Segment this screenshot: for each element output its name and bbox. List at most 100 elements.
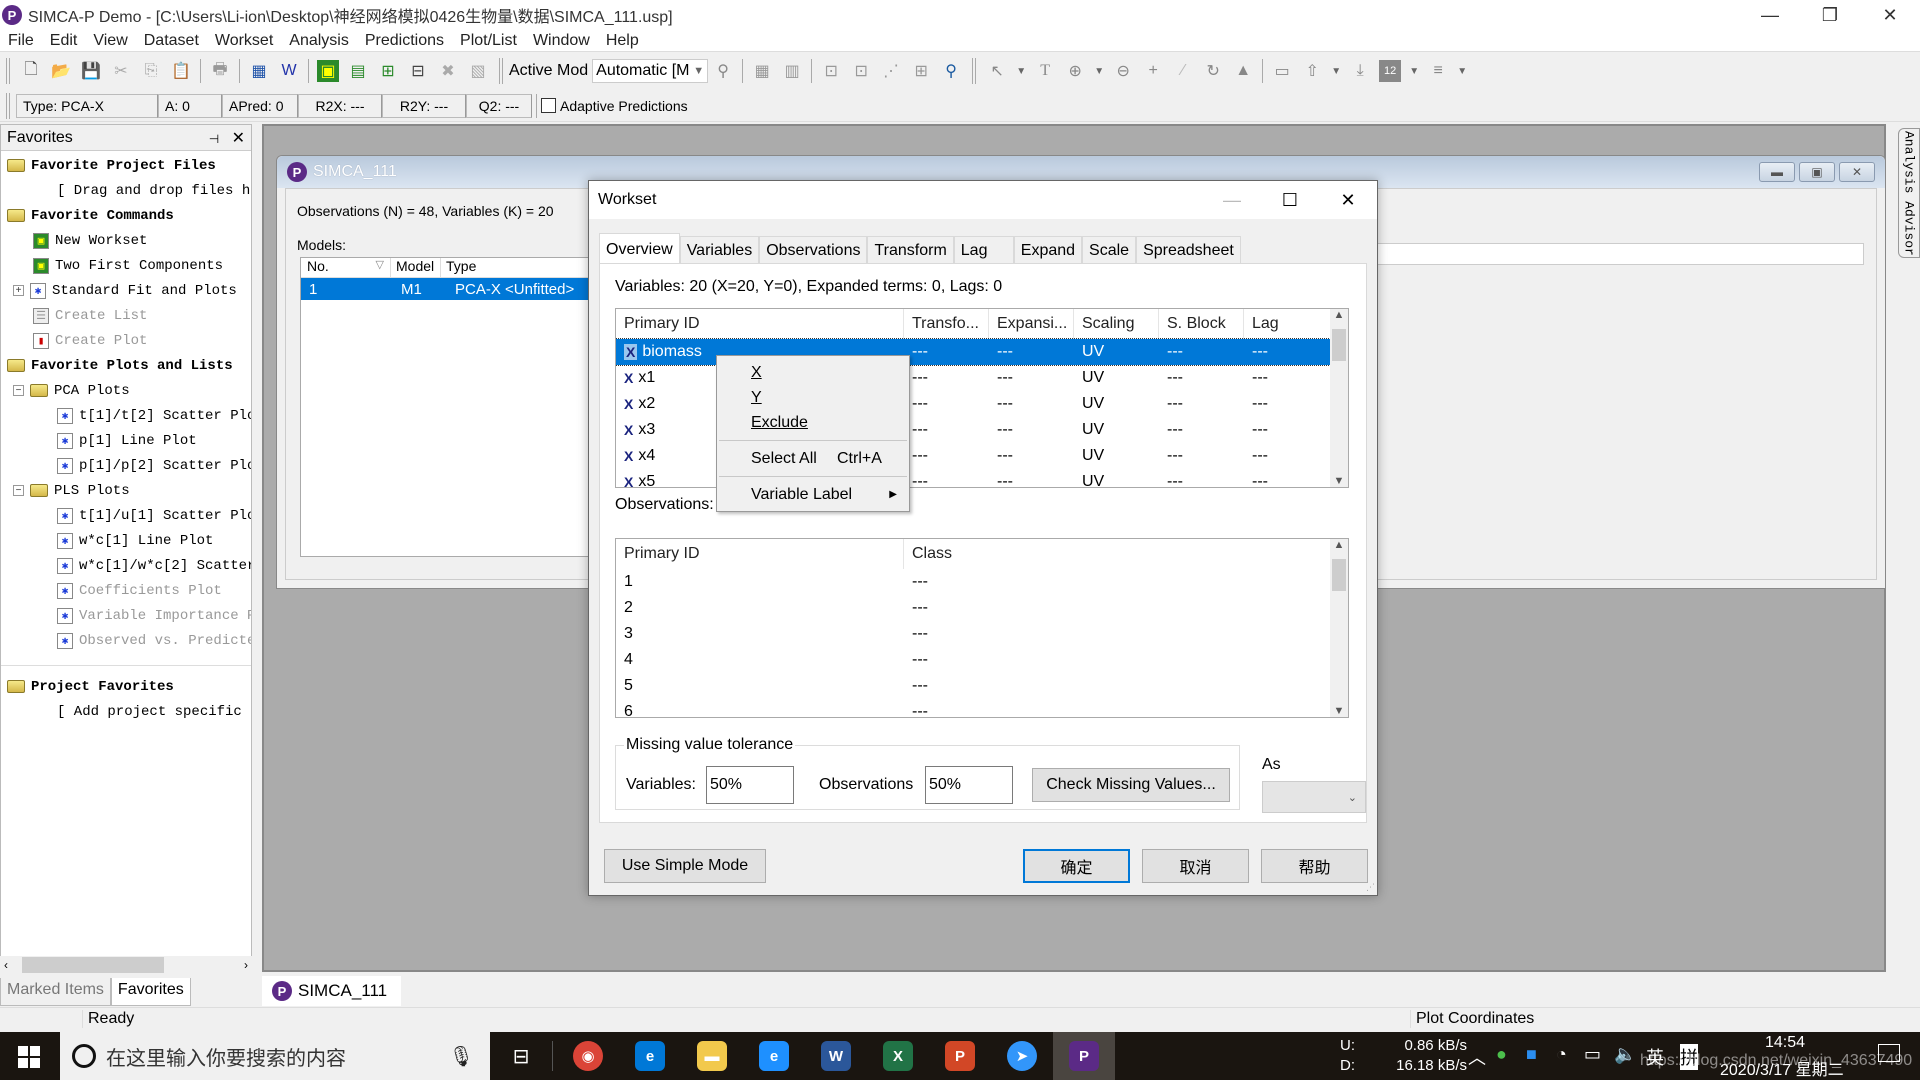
minimize-button[interactable]: — bbox=[1740, 0, 1800, 30]
scroll-thumb[interactable] bbox=[1332, 559, 1346, 591]
summary-plot-icon[interactable]: ▦ bbox=[751, 60, 773, 82]
menu-window[interactable]: Window bbox=[525, 32, 598, 50]
active-model-select[interactable]: Automatic [M ▼ bbox=[592, 59, 709, 83]
model-options-icon[interactable]: ▧ bbox=[467, 60, 489, 82]
col-lag[interactable]: Lag bbox=[1244, 309, 1329, 339]
dmodx-plot-icon[interactable]: ⋰ bbox=[880, 60, 902, 82]
col-sblock[interactable]: S. Block bbox=[1159, 309, 1244, 339]
spreadsheet-icon[interactable]: ▦ bbox=[248, 60, 270, 82]
restore-button[interactable]: ❐ bbox=[1800, 0, 1860, 30]
ctx-set-x[interactable]: X bbox=[717, 360, 909, 385]
format-plot-icon[interactable]: ▭ bbox=[1271, 60, 1293, 82]
expand-icon[interactable]: + bbox=[13, 285, 24, 296]
menu-dataset[interactable]: Dataset bbox=[136, 32, 207, 50]
ctx-set-y[interactable]: Y bbox=[717, 385, 909, 410]
scroll-down-icon[interactable]: ▼ bbox=[1334, 705, 1345, 717]
favorites-item[interactable]: ☰ Create List bbox=[1, 303, 251, 328]
triangle-marker-icon[interactable]: ▲ bbox=[1232, 60, 1254, 82]
plot-grid-icon[interactable]: ⊞ bbox=[910, 60, 932, 82]
observation-row[interactable]: 3 --- bbox=[616, 621, 1348, 647]
close-panel-icon[interactable]: ✕ bbox=[232, 130, 245, 147]
list-options-icon[interactable]: ≡ bbox=[1427, 60, 1449, 82]
favorites-horizontal-scrollbar[interactable]: ‹ › bbox=[0, 956, 252, 974]
dropdown-arrow-icon[interactable]: ▼ bbox=[1457, 60, 1467, 82]
tab-observations[interactable]: Observations bbox=[759, 236, 868, 263]
autofit-icon[interactable]: ▣ bbox=[317, 60, 339, 82]
scroll-up-icon[interactable]: ▲ bbox=[1334, 309, 1345, 321]
send-up-icon[interactable]: ⇧ bbox=[1301, 60, 1323, 82]
taskbar-app-simca-p[interactable]: P bbox=[1053, 1032, 1115, 1080]
tab-spreadsheet[interactable]: Spreadsheet bbox=[1136, 236, 1241, 263]
rotate-icon[interactable]: ↻ bbox=[1202, 60, 1224, 82]
ctx-exclude[interactable]: Exclude bbox=[717, 410, 909, 435]
loadings-plot-icon[interactable]: ⊡ bbox=[850, 60, 872, 82]
pin-icon[interactable]: ⊣ bbox=[209, 132, 219, 146]
scores-plot-icon[interactable]: ⊡ bbox=[820, 60, 842, 82]
two-components-icon[interactable]: ▤ bbox=[347, 60, 369, 82]
microphone-icon[interactable]: 🎙 bbox=[449, 1044, 474, 1069]
favorites-item[interactable]: ✱w*c[1]/w*c[2] Scatter Plot bbox=[1, 553, 251, 578]
taskbar-app-word[interactable]: W bbox=[805, 1032, 867, 1080]
windows-start-icon[interactable] bbox=[18, 1046, 40, 1068]
model-query-icon[interactable]: ⚲ bbox=[712, 60, 734, 82]
menu-edit[interactable]: Edit bbox=[42, 32, 86, 50]
menu-workset[interactable]: Workset bbox=[207, 32, 281, 50]
taskbar-app-edge[interactable]: e bbox=[619, 1032, 681, 1080]
text-tool-icon[interactable]: T bbox=[1034, 60, 1056, 82]
observations-tolerance-input[interactable] bbox=[925, 766, 1013, 804]
paste-icon[interactable]: 📋 bbox=[170, 60, 192, 82]
check-missing-values-button[interactable]: Check Missing Values... bbox=[1032, 768, 1230, 802]
favorites-item[interactable]: ✱ p[1] Line Plot bbox=[1, 428, 251, 453]
download-icon[interactable]: ⤓ bbox=[1349, 60, 1371, 82]
new-file-icon[interactable]: 🗋 bbox=[20, 60, 42, 82]
variables-tolerance-input[interactable] bbox=[706, 766, 794, 804]
col-obs-primary-id[interactable]: Primary ID bbox=[616, 539, 904, 569]
favorites-item[interactable]: + ✱ Standard Fit and Plots bbox=[1, 278, 251, 303]
resize-grip-icon[interactable]: ⋰ bbox=[1366, 882, 1375, 893]
col-model[interactable]: Model bbox=[391, 258, 441, 277]
col-type[interactable]: Type bbox=[441, 258, 476, 277]
dropdown-arrow-icon[interactable]: ▼ bbox=[1094, 60, 1104, 82]
close-button[interactable]: ✕ bbox=[1860, 0, 1920, 30]
favorites-item[interactable]: Favorite Project Files bbox=[1, 153, 251, 178]
analysis-advisor-tab[interactable]: Analysis Advisor bbox=[1898, 128, 1920, 258]
mdi-minimize-button[interactable]: ▬ bbox=[1759, 162, 1795, 182]
project-favorites-folder[interactable]: Project Favorites bbox=[1, 674, 251, 699]
favorites-item[interactable]: ▮ Create Plot bbox=[1, 328, 251, 353]
crosshair-icon[interactable]: + bbox=[1142, 60, 1164, 82]
scroll-thumb[interactable] bbox=[1332, 329, 1346, 361]
tab-overview[interactable]: Overview bbox=[599, 233, 680, 263]
zoom-out-icon[interactable]: ⊖ bbox=[1112, 60, 1134, 82]
observation-row[interactable]: 6 --- bbox=[616, 699, 1348, 717]
menu-predictions[interactable]: Predictions bbox=[357, 32, 452, 50]
favorites-item[interactable]: ✱ Coefficients Plot bbox=[1, 578, 251, 603]
sort-numbers-icon[interactable]: 12 bbox=[1379, 60, 1402, 82]
dialog-titlebar[interactable]: Workset — ☐ ✕ bbox=[589, 181, 1377, 219]
favorites-item[interactable]: ✱ Observed vs. Predicted bbox=[1, 628, 251, 653]
model-row[interactable]: 1 M1 PCA-X <Unfitted> bbox=[301, 278, 589, 300]
menu-plot-list[interactable]: Plot/List bbox=[452, 32, 525, 50]
col-transform[interactable]: Transfo... bbox=[904, 309, 989, 339]
tab-marked-items[interactable]: Marked Items bbox=[0, 978, 111, 1006]
scroll-left-icon[interactable]: ‹ bbox=[0, 958, 8, 972]
ctx-select-all[interactable]: Select All Ctrl+A bbox=[717, 446, 909, 471]
favorites-item[interactable]: ✱ t[1]/t[2] Scatter Plot bbox=[1, 403, 251, 428]
scroll-up-icon[interactable]: ▲ bbox=[1334, 539, 1345, 551]
select-arrow-icon[interactable]: ↖ bbox=[986, 60, 1008, 82]
dialog-close-button[interactable]: ✕ bbox=[1319, 181, 1377, 219]
variables-scrollbar[interactable]: ▲ ▼ bbox=[1330, 309, 1348, 487]
wechat-icon[interactable]: ● bbox=[1496, 1044, 1507, 1065]
mdi-restore-button[interactable]: ▣ bbox=[1799, 162, 1835, 182]
taskbar-search-box[interactable]: 在这里输入你要搜索的内容 🎙 bbox=[60, 1032, 490, 1080]
tab-scale[interactable]: Scale bbox=[1082, 236, 1137, 263]
menu-view[interactable]: View bbox=[85, 32, 135, 50]
adaptive-predictions-checkbox[interactable]: Adaptive Predictions bbox=[541, 98, 688, 114]
favorites-item[interactable]: − PCA Plots bbox=[1, 378, 251, 403]
favorites-item[interactable]: ▣ Two First Components bbox=[1, 253, 251, 278]
wand-icon[interactable]: ⁄ bbox=[1172, 60, 1194, 82]
observation-row[interactable]: 2 --- bbox=[616, 595, 1348, 621]
help-button[interactable]: 帮助 bbox=[1261, 849, 1368, 883]
tab-favorites[interactable]: Favorites bbox=[110, 978, 191, 1006]
exclude-model-icon[interactable]: ✖ bbox=[437, 60, 459, 82]
project-notes-field[interactable] bbox=[1351, 243, 1864, 265]
